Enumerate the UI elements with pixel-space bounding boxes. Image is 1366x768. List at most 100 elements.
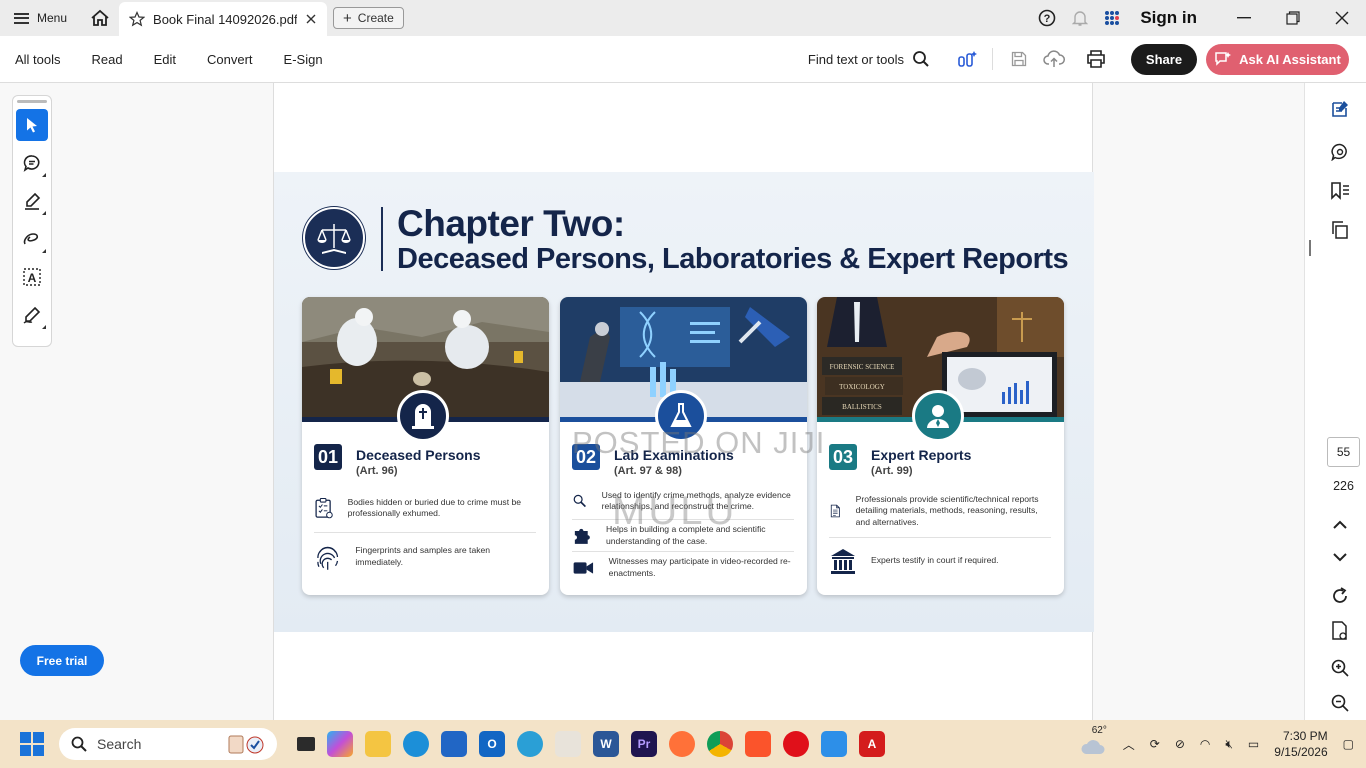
menu-read[interactable]: Read	[77, 52, 139, 67]
ai-overview-icon	[958, 51, 977, 67]
menu-button[interactable]: Menu	[0, 0, 81, 36]
card-number: 03	[829, 444, 857, 470]
card-title: Deceased Persons	[356, 447, 481, 463]
draw-tool[interactable]	[16, 223, 48, 255]
acrobat-icon[interactable]: A	[859, 731, 885, 757]
print-button[interactable]	[1075, 50, 1117, 68]
book-label: FORENSIC SCIENCE	[830, 363, 895, 371]
svg-text:A: A	[28, 271, 37, 285]
comment-tool[interactable]	[16, 147, 48, 179]
chapter-slide: Chapter Two: Deceased Persons, Laborator…	[274, 172, 1094, 632]
restore-button[interactable]	[1268, 0, 1317, 36]
ai-tools-button[interactable]	[956, 49, 980, 69]
wifi-icon[interactable]: ◠	[1200, 737, 1210, 751]
chrome-icon[interactable]	[707, 731, 733, 757]
volume-muted-icon[interactable]: 🔇︎	[1225, 737, 1233, 752]
store-icon[interactable]	[441, 731, 467, 757]
bookmarks-panel-button[interactable]	[1329, 180, 1351, 202]
snipping-tool-icon[interactable]	[555, 731, 581, 757]
card-article: (Art. 99)	[871, 465, 913, 477]
system-tray: 62° ︿ ⟳ ⊘ ◠ 🔇︎ ▭ 7:30 PM 9/15/2026 ▢	[1080, 725, 1354, 760]
previous-page-button[interactable]	[1329, 513, 1351, 535]
rotate-icon	[1333, 587, 1347, 603]
card-row-text: Used to identify crime methods, analyze …	[601, 489, 791, 511]
firefox-icon[interactable]	[669, 731, 695, 757]
next-page-button[interactable]	[1329, 546, 1351, 568]
brave-icon[interactable]	[745, 731, 771, 757]
highlight-tool[interactable]	[16, 185, 48, 217]
search-icon	[913, 51, 929, 67]
comments-panel-button[interactable]	[1329, 141, 1351, 163]
upload-cloud-button[interactable]	[1033, 50, 1075, 68]
edit-pdf-panel-button[interactable]	[1329, 98, 1351, 120]
edge-icon[interactable]	[403, 731, 429, 757]
page-settings-button[interactable]	[1329, 620, 1351, 642]
close-window-button[interactable]	[1317, 0, 1366, 36]
zoom-in-icon	[1331, 659, 1349, 677]
taskbar-pinned-apps: O W Pr A	[297, 731, 885, 757]
weather-widget[interactable]: 62°	[1080, 725, 1108, 756]
tab-title: Book Final 14092026.pdf	[153, 11, 298, 27]
document-tab[interactable]: Book Final 14092026.pdf	[119, 2, 328, 36]
task-view-icon[interactable]	[297, 737, 315, 751]
premiere-pro-icon[interactable]: Pr	[631, 731, 657, 757]
sync-icon[interactable]: ⟳	[1150, 737, 1160, 751]
menu-e-sign[interactable]: E-Sign	[269, 52, 339, 67]
battery-icon[interactable]: ▭	[1248, 737, 1259, 751]
title-bar: Menu Book Final 14092026.pdf + Create ? …	[0, 0, 1366, 36]
outlook-icon[interactable]: O	[479, 731, 505, 757]
comment-icon	[23, 155, 40, 172]
text-tool[interactable]: A	[16, 261, 48, 293]
taskbar-search[interactable]: Search	[59, 728, 277, 760]
home-button[interactable]	[81, 0, 119, 36]
photos-icon[interactable]	[821, 731, 847, 757]
clock[interactable]: 7:30 PM 9/15/2026	[1274, 728, 1327, 760]
scrollbar-thumb[interactable]	[1309, 240, 1311, 256]
save-button[interactable]	[1005, 51, 1033, 67]
sign-in-button[interactable]: Sign in	[1140, 8, 1197, 28]
opera-icon[interactable]	[783, 731, 809, 757]
zoom-out-button[interactable]	[1329, 692, 1351, 714]
network-off-icon[interactable]: ⊘	[1175, 737, 1185, 751]
file-explorer-icon[interactable]	[365, 731, 391, 757]
notifications-button[interactable]	[1064, 9, 1096, 27]
sign-tool[interactable]	[16, 299, 48, 331]
find-text-or-tools[interactable]: Find text or tools	[808, 50, 930, 68]
zoom-in-button[interactable]	[1329, 657, 1351, 679]
telegram-icon[interactable]	[517, 731, 543, 757]
star-icon[interactable]	[129, 11, 146, 27]
zoom-out-icon	[1331, 694, 1349, 712]
create-button[interactable]: + Create	[333, 7, 404, 29]
minimize-button[interactable]	[1219, 0, 1268, 36]
free-trial-button[interactable]: Free trial	[20, 645, 104, 676]
printer-icon	[1087, 50, 1105, 68]
card-row: Helps in building a complete and scienti…	[572, 519, 794, 551]
select-pointer-icon	[27, 118, 37, 133]
close-tab-icon[interactable]	[305, 13, 317, 25]
menu-all-tools[interactable]: All tools	[0, 52, 77, 67]
start-button[interactable]	[20, 732, 44, 756]
help-button[interactable]: ?	[1030, 9, 1064, 27]
menu-edit[interactable]: Edit	[139, 52, 192, 67]
ask-ai-assistant-button[interactable]: Ask AI Assistant	[1206, 43, 1349, 75]
card-row: Bodies hidden or buried due to crime mus…	[314, 487, 536, 529]
apps-button[interactable]	[1096, 10, 1128, 26]
chevron-up-tray-icon[interactable]: ︿	[1123, 736, 1135, 753]
menu-convert[interactable]: Convert	[192, 52, 269, 67]
fingerprint-icon	[317, 546, 339, 570]
card-lab-examinations: 02 Lab Examinations (Art. 97 & 98) Used …	[560, 297, 807, 595]
rail-grip[interactable]	[17, 100, 47, 103]
card-number: 01	[314, 444, 342, 470]
pages-panel-button[interactable]	[1329, 219, 1351, 241]
copilot-icon[interactable]	[327, 731, 353, 757]
share-button[interactable]: Share	[1131, 43, 1197, 75]
close-icon	[1335, 11, 1348, 25]
rotate-button[interactable]	[1329, 585, 1351, 607]
word-icon[interactable]: W	[593, 731, 619, 757]
select-tool[interactable]	[16, 109, 48, 141]
quick-tools-rail: A	[12, 95, 52, 347]
justice-scales-logo	[303, 207, 365, 269]
notification-icon[interactable]: ▢	[1343, 737, 1354, 751]
current-page-input[interactable]: 55	[1327, 437, 1360, 467]
total-pages: 226	[1333, 479, 1354, 493]
